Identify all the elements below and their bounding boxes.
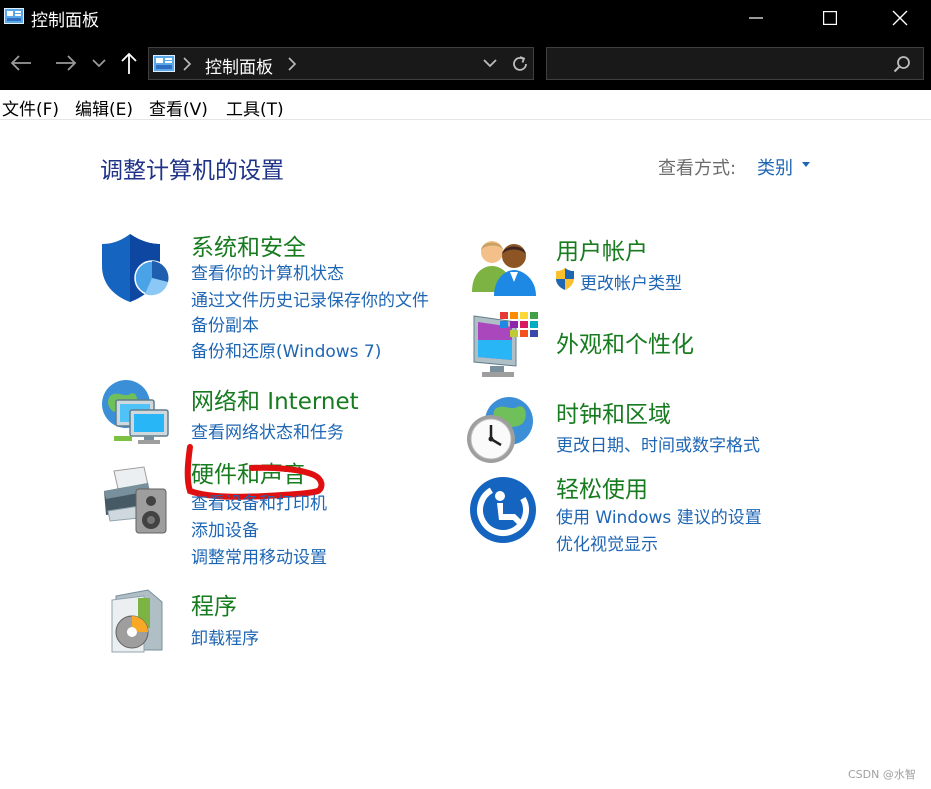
forward-button[interactable] — [53, 50, 79, 76]
title-bar: 控制面板 — [0, 0, 931, 36]
link-optimize-visual-display[interactable]: 优化视觉显示 — [556, 530, 658, 555]
link-view-network-status[interactable]: 查看网络状态和任务 — [191, 418, 344, 443]
watermark: CSDN @水智 — [848, 768, 916, 781]
category-ease-of-access-title[interactable]: 轻松使用 — [556, 470, 648, 504]
link-add-device[interactable]: 添加设备 — [191, 516, 259, 541]
menu-edit[interactable]: 编辑(E) — [75, 95, 133, 120]
breadcrumb-chevron-icon[interactable] — [287, 56, 297, 72]
link-mobility-settings[interactable]: 调整常用移动设置 — [191, 543, 327, 568]
view-by-dropdown-arrow-icon[interactable] — [802, 162, 810, 167]
maximize-button[interactable] — [795, 0, 865, 36]
address-dropdown-icon[interactable] — [482, 57, 498, 69]
link-devices-printers[interactable]: 查看设备和打印机 — [191, 489, 327, 514]
network-globe-icon[interactable] — [100, 378, 172, 450]
ease-of-access-icon[interactable] — [469, 476, 537, 544]
chevron-down-icon — [92, 59, 106, 68]
back-button[interactable] — [8, 50, 34, 76]
link-backup-restore[interactable]: 备份和还原(Windows 7) — [191, 337, 381, 362]
close-button[interactable] — [865, 0, 931, 36]
menu-tools[interactable]: 工具(T) — [226, 95, 284, 120]
control-panel-location-icon — [153, 55, 175, 72]
minimize-button[interactable] — [721, 0, 791, 36]
search-box[interactable] — [546, 47, 924, 80]
category-system-security-title[interactable]: 系统和安全 — [191, 228, 306, 262]
search-input[interactable] — [553, 52, 873, 76]
link-uninstall-program[interactable]: 卸载程序 — [191, 624, 259, 649]
category-programs-title[interactable]: 程序 — [191, 587, 237, 621]
users-icon[interactable] — [470, 236, 540, 296]
printer-speaker-icon[interactable] — [100, 463, 172, 537]
uac-shield-icon — [556, 268, 574, 290]
menu-bar: 文件(F) 编辑(E) 查看(V) 工具(T) — [0, 90, 931, 120]
shield-icon[interactable] — [100, 232, 172, 304]
link-backup-copy[interactable]: 备份副本 — [191, 311, 259, 336]
link-recommended-settings[interactable]: 使用 Windows 建议的设置 — [556, 503, 762, 528]
category-user-accounts-title[interactable]: 用户帐户 — [556, 232, 648, 266]
refresh-icon[interactable] — [510, 54, 530, 74]
search-icon[interactable] — [893, 55, 911, 73]
clock-globe-icon[interactable] — [465, 395, 537, 467]
arrow-up-icon — [121, 52, 137, 74]
navigation-bar: 控制面板 — [0, 36, 931, 90]
page-title: 调整计算机的设置 — [100, 158, 284, 184]
menu-view[interactable]: 查看(V) — [149, 95, 208, 120]
breadcrumb-chevron-icon[interactable] — [182, 56, 192, 72]
category-appearance-title[interactable]: 外观和个性化 — [556, 325, 694, 359]
link-view-computer-status[interactable]: 查看你的计算机状态 — [191, 259, 344, 284]
category-network-internet-title[interactable]: 网络和 Internet — [191, 382, 359, 416]
view-by-label: 查看方式: — [658, 158, 737, 179]
link-change-account-type[interactable]: 更改帐户类型 — [580, 269, 682, 294]
menu-file[interactable]: 文件(F) — [2, 95, 59, 120]
maximize-icon — [823, 11, 837, 25]
monitor-palette-icon[interactable] — [470, 310, 540, 380]
window-title: 控制面板 — [31, 11, 99, 31]
minimize-icon — [749, 17, 763, 19]
link-file-history[interactable]: 通过文件历史记录保存你的文件 — [191, 286, 429, 311]
up-button[interactable] — [118, 50, 140, 76]
arrow-left-icon — [10, 55, 31, 71]
view-by-dropdown[interactable]: 类别 — [757, 154, 793, 180]
breadcrumb-control-panel[interactable]: 控制面板 — [205, 53, 273, 78]
link-change-date-time-format[interactable]: 更改日期、时间或数字格式 — [556, 431, 760, 456]
control-panel-app-icon — [4, 8, 24, 24]
arrow-right-icon — [56, 55, 77, 71]
control-panel-window: 控制面板 控制面板 文件(F) 编辑(E) 查看(V) 工具(T) 调整计算机的… — [0, 0, 931, 789]
category-clock-region-title[interactable]: 时钟和区域 — [556, 395, 671, 429]
address-bar[interactable]: 控制面板 — [148, 47, 534, 80]
close-icon — [892, 10, 908, 26]
recent-locations-button[interactable] — [90, 50, 108, 76]
programs-disc-icon[interactable] — [108, 588, 166, 654]
